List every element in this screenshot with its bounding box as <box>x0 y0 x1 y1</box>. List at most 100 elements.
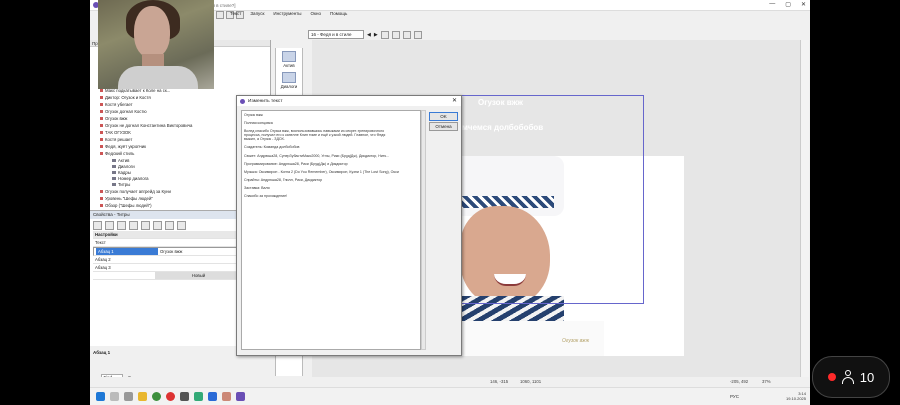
tree-item[interactable]: Огузок догнал Костю <box>100 109 147 114</box>
tree-item[interactable]: Диктор: Огузок и Костя <box>100 95 151 100</box>
scene-icon <box>100 131 103 135</box>
layer-icon <box>112 177 116 181</box>
tree-item[interactable]: Костя решает <box>100 137 132 142</box>
clock[interactable]: 3:14 19.10.2025 <box>786 391 806 401</box>
palette-item-actor[interactable]: Актив <box>279 51 299 68</box>
properties-table: Настройки Текст Абзац 1 Огузок вжж Абзац … <box>93 231 240 280</box>
scene-icon <box>100 96 103 100</box>
selected-property-label: Абзац 1 <box>93 350 111 355</box>
property-row[interactable]: Абзац 2 <box>93 256 240 264</box>
property-group: Настройки <box>93 231 240 239</box>
toolbar-button[interactable] <box>177 221 186 230</box>
scene-icon <box>100 145 103 149</box>
tree-subitem[interactable]: Актив <box>112 158 129 163</box>
scene-icon <box>100 190 103 194</box>
toolbar-button[interactable] <box>402 30 411 39</box>
desktop-screen: LifeSpark Fusion (Windows 64) — [Огузок … <box>90 0 810 405</box>
task-view-icon[interactable] <box>124 392 133 401</box>
toolbar-button[interactable] <box>105 221 114 230</box>
app-icon[interactable] <box>208 392 217 401</box>
close-button[interactable]: ✕ <box>801 1 806 8</box>
toolbar-button[interactable] <box>93 221 102 230</box>
tree-item[interactable]: Уровень "Шефы людей" <box>100 196 153 201</box>
scene-icon <box>100 204 103 208</box>
tree-item[interactable]: Костя убегает <box>100 102 133 107</box>
toolbar-button[interactable] <box>391 30 400 39</box>
fusion-app-icon[interactable] <box>236 392 245 401</box>
status-bar: 146, -315 1060, 1101 -205, 492 37% <box>90 377 810 386</box>
property-row[interactable]: Текст <box>93 239 240 247</box>
live-recording-badge[interactable]: 10 <box>812 356 890 398</box>
layer-icon <box>112 165 116 169</box>
scene-icon <box>100 89 103 93</box>
toolbar-button[interactable] <box>117 221 126 230</box>
tree-item[interactable]: Федский стиль <box>100 151 134 156</box>
scene-icon <box>100 110 103 114</box>
chrome-icon[interactable] <box>152 392 161 401</box>
dialog-textarea[interactable]: Огузок вжж Полная концовка Вслед спасибо… <box>241 110 421 350</box>
toolbar-button[interactable] <box>380 30 389 39</box>
tree-subitem[interactable]: Титры <box>112 182 130 187</box>
menu-text[interactable]: Текст <box>230 11 241 16</box>
layer-icon <box>112 183 116 187</box>
menu-tools[interactable]: Инструменты <box>273 11 301 16</box>
scene-toolbar: 16 - Федя и в стиле ◀ ▶ <box>308 30 422 39</box>
scene-icon <box>100 152 103 156</box>
next-scene-button[interactable]: ▶ <box>374 32 378 38</box>
dialog-scrollbar[interactable] <box>421 110 426 350</box>
image-signature: Огузок вжж <box>562 338 590 344</box>
toolbar-button[interactable] <box>413 30 422 39</box>
tree-item[interactable]: Федя, жуёт укропчик <box>100 144 146 149</box>
menu-window[interactable]: Окно <box>310 11 320 16</box>
layer-icon <box>112 171 116 175</box>
canvas-scrollbar[interactable] <box>800 40 809 377</box>
viewer-count: 10 <box>859 369 875 385</box>
toolbar-button[interactable] <box>129 221 138 230</box>
toolbar-button[interactable] <box>165 221 174 230</box>
toolbar-button[interactable] <box>216 11 224 19</box>
property-row[interactable]: Абзац 1 Огузок вжж <box>93 247 240 256</box>
search-icon[interactable] <box>110 392 119 401</box>
menu-help[interactable]: Помощь <box>330 11 347 16</box>
actor-icon <box>282 51 296 62</box>
status-position: -205, 492 <box>730 379 749 384</box>
status-zoom: 37% <box>762 379 771 384</box>
tree-subitem[interactable]: Кадры <box>112 170 131 175</box>
edit-text-dialog: Изменить текст ✕ Огузок вжж Полная концо… <box>236 95 462 356</box>
tree-item[interactable]: ТАК ОГУЗОК <box>100 130 131 135</box>
maximize-button[interactable]: ▢ <box>785 1 791 8</box>
dialog-title: Изменить текст <box>248 98 283 104</box>
cancel-button[interactable]: Отмена <box>429 122 458 131</box>
opera-icon[interactable] <box>166 392 175 401</box>
dialog-close-icon[interactable]: ✕ <box>452 97 457 104</box>
canvas-caption-title: Огузок вжж <box>478 98 523 107</box>
minimize-button[interactable]: — <box>769 1 775 8</box>
toolbar-button[interactable] <box>153 221 162 230</box>
tree-item[interactable]: Огузок не догнал Константина Викторовича <box>100 123 192 128</box>
scene-select[interactable]: 16 - Федя и в стиле <box>308 30 364 39</box>
toolbar-button[interactable] <box>141 221 150 230</box>
language-indicator[interactable]: РУС <box>730 394 739 399</box>
canvas-caption-subtitle: мчемся долбобобов <box>462 123 544 132</box>
scene-icon <box>100 117 103 121</box>
tree-item[interactable]: Обзор ("Шефы людей") <box>100 203 152 208</box>
property-row[interactable]: Абзац 3 <box>93 264 240 272</box>
tree-subitem[interactable]: Диалоги <box>112 164 135 169</box>
menu-run[interactable]: Запуск <box>250 11 264 16</box>
prev-scene-button[interactable]: ◀ <box>367 32 371 38</box>
ok-button[interactable]: OK <box>429 112 458 121</box>
app-icon[interactable] <box>194 392 203 401</box>
app-icon[interactable] <box>180 392 189 401</box>
app-icon[interactable] <box>222 392 231 401</box>
status-size: 1060, 1101 <box>520 379 542 384</box>
start-icon[interactable] <box>96 392 105 401</box>
palette-item-dialog[interactable]: Диалоги <box>279 72 299 89</box>
tree-subitem[interactable]: Номер диалога <box>112 176 149 181</box>
layer-icon <box>112 159 116 163</box>
explorer-icon[interactable] <box>138 392 147 401</box>
menu-bar: Текст Запуск Инструменты Окно Помощь <box>230 11 347 16</box>
status-coords: 146, -315 <box>490 379 509 384</box>
new-button[interactable]: Новый <box>155 272 240 279</box>
tree-item[interactable]: Огузок вжж <box>100 116 127 121</box>
tree-item[interactable]: Огузок получает апгрейд за Куни <box>100 189 171 194</box>
